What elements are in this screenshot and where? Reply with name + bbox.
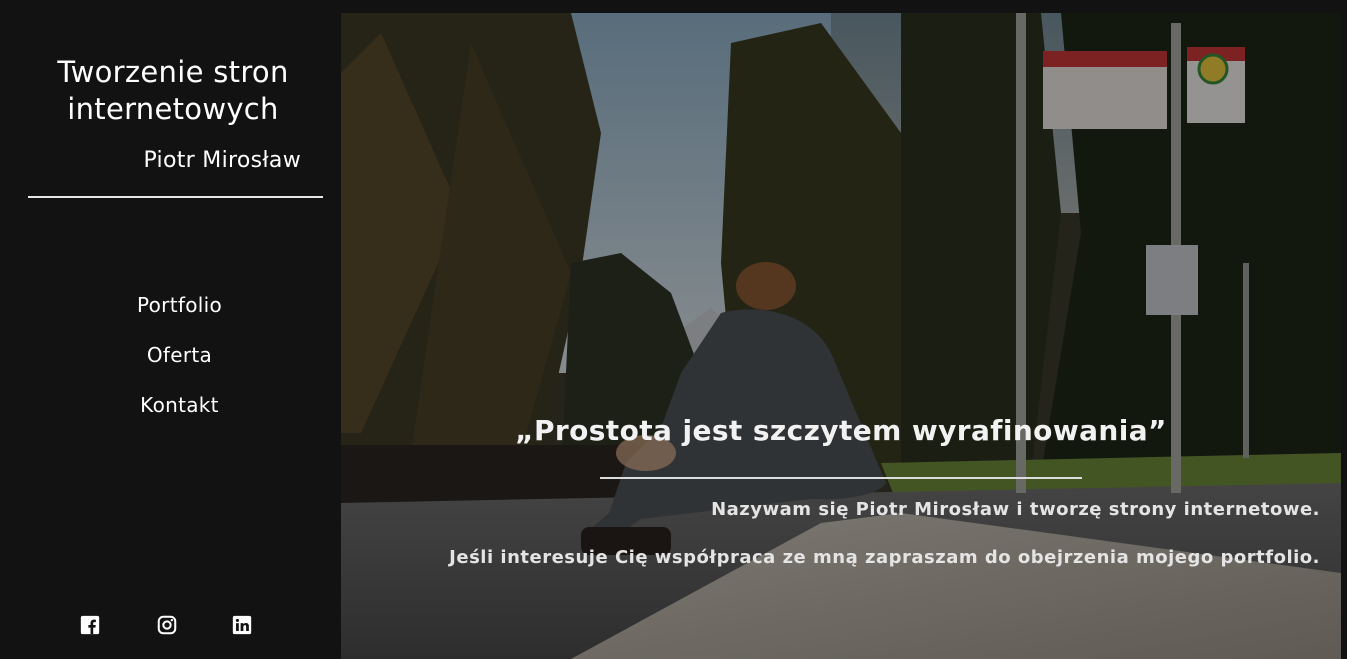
hero-quote: „Prostota jest szczytem wyrafinowania” bbox=[515, 414, 1167, 447]
page: Tworzenie stron internetowych Piotr Miro… bbox=[0, 0, 1347, 659]
site-title[interactable]: Tworzenie stron internetowych bbox=[20, 54, 326, 128]
sidebar: Tworzenie stron internetowych Piotr Miro… bbox=[0, 0, 341, 659]
linkedin-icon[interactable] bbox=[231, 614, 253, 636]
nav-item-kontakt[interactable]: Kontakt bbox=[0, 392, 341, 442]
instagram-icon[interactable] bbox=[156, 614, 178, 636]
sidebar-divider bbox=[28, 196, 323, 198]
hero-section: „Prostota jest szczytem wyrafinowania” N… bbox=[341, 13, 1341, 659]
quote-divider bbox=[600, 477, 1082, 479]
main-nav: Portfolio Oferta Kontakt bbox=[0, 292, 341, 442]
nav-item-portfolio[interactable]: Portfolio bbox=[0, 292, 341, 342]
facebook-icon[interactable] bbox=[79, 614, 101, 636]
intro-text-line-2: Jeśli interesuje Cię współpraca ze mną z… bbox=[449, 547, 1320, 568]
intro-text-line-1: Nazywam się Piotr Mirosław i tworzę stro… bbox=[711, 499, 1320, 520]
author-name: Piotr Mirosław bbox=[143, 148, 301, 173]
social-links bbox=[0, 614, 341, 638]
nav-item-oferta[interactable]: Oferta bbox=[0, 342, 341, 392]
